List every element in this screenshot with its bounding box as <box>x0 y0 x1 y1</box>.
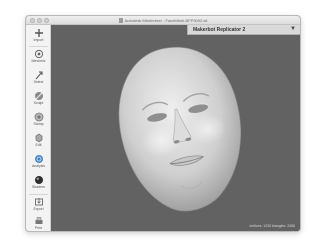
sidebar-item-meshmix[interactable]: Meshmix <box>26 48 51 68</box>
chevron-down-icon[interactable]: ▼ <box>290 26 296 33</box>
export-icon <box>34 198 43 206</box>
sculpt-icon <box>34 92 43 100</box>
sidebar-item-label: Import <box>33 38 44 42</box>
sidebar-item-label: Print <box>34 226 43 230</box>
sidebar-item-label: Edit <box>35 143 42 147</box>
select-icon <box>35 71 42 80</box>
mesh-stats-status: vertices: 1230 triangles: 2456 <box>249 224 295 228</box>
sidebar-item-edit[interactable]: Edit <box>26 132 51 152</box>
title-bar: Autodesk Meshmixer - FaceMesh-BFP3092.st… <box>26 16 300 25</box>
print-icon <box>35 217 42 224</box>
printer-selector[interactable]: Makerbot Replicator 2 ▼ <box>187 25 300 35</box>
sidebar-item-label: Meshmix <box>31 59 46 63</box>
tool-sidebar: Import Meshmix Select Sculpt Stamp Edit … <box>26 25 51 231</box>
sidebar-item-shaders[interactable]: Shaders <box>26 174 51 194</box>
sidebar-item-label: Shaders <box>31 185 46 189</box>
sidebar-item-label: Sculpt <box>33 101 44 105</box>
sidebar-item-select[interactable]: Select <box>26 69 51 89</box>
shaders-icon <box>34 176 43 184</box>
sidebar-item-sculpt[interactable]: Sculpt <box>26 90 51 110</box>
window-title-wrap: Autodesk Meshmixer - FaceMesh-BFP3092.st… <box>26 17 300 24</box>
3d-viewport[interactable]: Makerbot Replicator 2 ▼ vertices: 1230 t… <box>51 25 300 231</box>
import-icon <box>34 29 43 37</box>
window-title: Autodesk Meshmixer - FaceMesh-BFP3092.st… <box>124 18 208 23</box>
sidebar-item-label: Select <box>33 80 44 84</box>
sidebar-item-label: Export <box>33 207 44 211</box>
face-mesh-model[interactable] <box>51 25 300 231</box>
edit-icon <box>35 133 42 143</box>
sidebar-item-import[interactable]: Import <box>26 27 51 47</box>
sidebar-item-export[interactable]: Export <box>26 196 51 216</box>
meshmix-icon <box>34 49 43 59</box>
sidebar-item-label: Stamp <box>33 122 44 126</box>
app-window: Autodesk Meshmixer - FaceMesh-BFP3092.st… <box>25 15 301 232</box>
sidebar-divider <box>29 46 48 47</box>
stamp-icon <box>34 112 43 122</box>
document-icon <box>118 18 123 23</box>
sidebar-item-label: Analysis <box>31 164 46 168</box>
sidebar-item-analysis[interactable]: Analysis <box>26 153 51 173</box>
sidebar-item-stamp[interactable]: Stamp <box>26 111 51 131</box>
printer-name: Makerbot Replicator 2 <box>193 27 246 33</box>
sidebar-item-print[interactable]: Print <box>26 215 51 231</box>
analysis-icon <box>34 155 43 163</box>
sidebar-divider <box>29 194 48 195</box>
